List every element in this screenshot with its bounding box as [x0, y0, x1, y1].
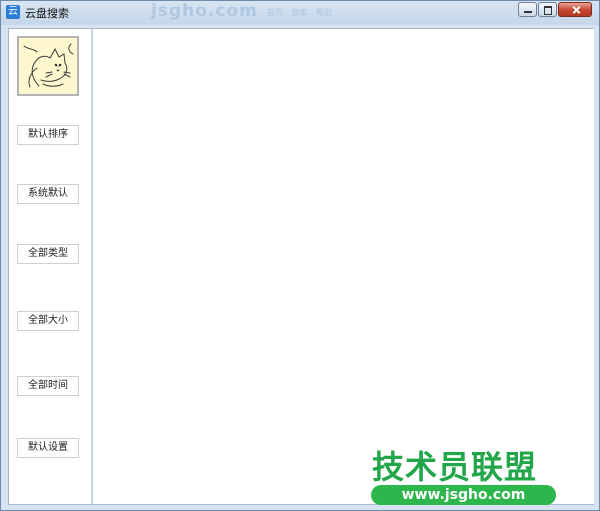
results-panel[interactable]: [92, 29, 594, 504]
background-nav-links: 首页 搜索 帮助: [267, 8, 333, 17]
site-watermark: 技术员联盟 www.jsgho.com: [366, 442, 556, 506]
close-button[interactable]: [558, 2, 592, 17]
all-times-button[interactable]: 全部时间: [17, 376, 79, 396]
watermark-title: 技术员联盟: [372, 448, 538, 486]
cloud-app-icon[interactable]: 云: [6, 5, 20, 19]
all-sizes-button[interactable]: 全部大小: [17, 311, 79, 331]
avatar[interactable]: [17, 36, 79, 96]
window-title: 云盘搜索: [25, 7, 69, 20]
system-default-button[interactable]: 系统默认: [17, 184, 79, 204]
app-window: 云 云盘搜索 jsgho.com 首页 搜索 帮助 默认排序 系统默认 全部类型…: [0, 0, 600, 511]
default-settings-button[interactable]: 默认设置: [17, 438, 79, 458]
minimize-button[interactable]: [518, 2, 537, 17]
all-types-button[interactable]: 全部类型: [17, 244, 79, 264]
title-bar[interactable]: 云 云盘搜索 jsgho.com 首页 搜索 帮助: [1, 1, 599, 23]
background-logo: jsgho.com: [151, 1, 258, 21]
watermark-url: www.jsgho.com: [371, 485, 556, 505]
kitten-sketch-icon: [19, 38, 77, 94]
sort-default-button[interactable]: 默认排序: [17, 125, 79, 145]
client-area: 默认排序 系统默认 全部类型 全部大小 全部时间 默认设置: [8, 28, 594, 505]
maximize-button[interactable]: [538, 2, 557, 17]
sidebar: 默认排序 系统默认 全部类型 全部大小 全部时间 默认设置: [9, 29, 92, 504]
